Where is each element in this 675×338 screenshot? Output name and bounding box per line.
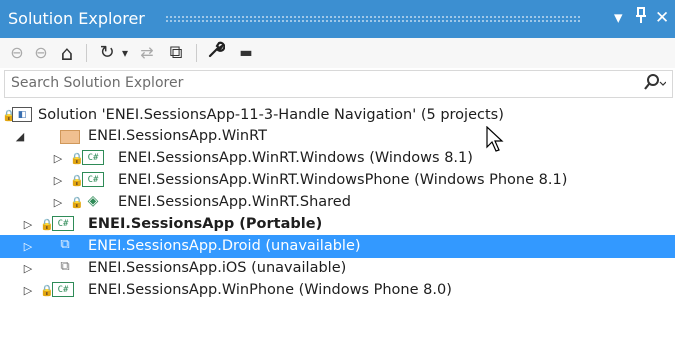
- pending-changes-icon[interactable]: ▬: [232, 41, 260, 65]
- tree-row-winphone[interactable]: ▷ 🔒 C# ENEI.SessionsApp.WinPhone (Window…: [0, 279, 675, 302]
- forward-icon[interactable]: ⊖: [30, 41, 52, 65]
- dropdown-icon[interactable]: ▾: [118, 41, 132, 65]
- csharp-project-icon: C#: [52, 216, 74, 231]
- pin-icon[interactable]: [634, 6, 648, 31]
- folder-icon: [60, 130, 80, 144]
- unavailable-project-icon: ⧉: [60, 237, 70, 252]
- csharp-project-icon: C#: [82, 150, 104, 165]
- lock-icon: 🔒: [70, 196, 84, 209]
- title-bar-grip[interactable]: [165, 15, 580, 24]
- expand-arrow-icon[interactable]: ◢: [14, 128, 26, 145]
- csharp-project-icon: C#: [52, 282, 74, 297]
- tree-item-label: ENEI.SessionsApp (Portable): [88, 216, 323, 232]
- tree-row-winrt-windowsphone[interactable]: ▷ 🔒 C# ENEI.SessionsApp.WinRT.WindowsPho…: [0, 169, 675, 192]
- back-icon[interactable]: ⊖: [6, 41, 28, 65]
- search-icon[interactable]: [644, 73, 667, 97]
- solution-icon: ◧: [12, 107, 32, 122]
- window-title: Solution Explorer: [8, 9, 145, 28]
- sync-history-icon[interactable]: ↻: [95, 41, 119, 65]
- solution-label: Solution 'ENEI.SessionsApp-11-3-Handle N…: [38, 107, 504, 123]
- tree-item-label: ENEI.SessionsApp.WinRT: [88, 128, 267, 144]
- shared-project-icon: ◈: [87, 193, 99, 209]
- search-input[interactable]: Search Solution Explorer: [11, 75, 183, 91]
- collapse-arrow-icon[interactable]: ▷: [52, 194, 64, 211]
- tree-item-label: ENEI.SessionsApp.WinPhone (Windows Phone…: [88, 282, 452, 298]
- tree-row-solution[interactable]: 🔒 ◧ Solution 'ENEI.SessionsApp-11-3-Hand…: [0, 104, 675, 127]
- csharp-project-icon: C#: [82, 172, 104, 187]
- tree-row-winrt-shared[interactable]: ▷ 🔒 ◈ ENEI.SessionsApp.WinRT.Shared: [0, 191, 675, 214]
- collapse-arrow-icon[interactable]: ▷: [22, 238, 34, 255]
- close-icon[interactable]: ✕: [655, 6, 669, 30]
- unavailable-project-icon: ⧉: [60, 259, 70, 274]
- toolbar: ⊖ ⊖ ⌂ ↻ ▾ ⇄ ⧉ ▬: [0, 38, 675, 68]
- tree-row-portable[interactable]: ▷ 🔒 C# ENEI.SessionsApp (Portable): [0, 213, 675, 236]
- sync-icon[interactable]: ⇄: [136, 41, 158, 65]
- collapse-arrow-icon[interactable]: ▷: [52, 150, 64, 167]
- collapse-arrow-icon[interactable]: ▷: [22, 282, 34, 299]
- title-bar: Solution Explorer ▾ ✕: [0, 0, 675, 38]
- toolbar-separator: [86, 44, 87, 62]
- tree-item-label: ENEI.SessionsApp.WinRT.Shared: [118, 194, 351, 210]
- collapse-all-icon[interactable]: ⧉: [164, 41, 188, 65]
- tree-row-winrt-folder[interactable]: ◢ ENEI.SessionsApp.WinRT: [0, 125, 675, 148]
- mouse-cursor-icon: [486, 126, 504, 152]
- tree-item-label: ENEI.SessionsApp.WinRT.Windows (Windows …: [118, 150, 473, 166]
- tree-item-label: ENEI.SessionsApp.Droid (unavailable): [88, 238, 361, 254]
- collapse-arrow-icon[interactable]: ▷: [22, 260, 34, 277]
- home-icon[interactable]: ⌂: [55, 41, 79, 65]
- tree-item-label: ENEI.SessionsApp.iOS (unavailable): [88, 260, 347, 276]
- collapse-arrow-icon[interactable]: ▷: [22, 216, 34, 233]
- toolbar-separator: [196, 44, 197, 62]
- search-box[interactable]: Search Solution Explorer: [4, 70, 673, 98]
- tree-row-winrt-windows[interactable]: ▷ 🔒 C# ENEI.SessionsApp.WinRT.Windows (W…: [0, 147, 675, 170]
- window-dropdown-icon[interactable]: ▾: [614, 6, 623, 30]
- tree-item-label: ENEI.SessionsApp.WinRT.WindowsPhone (Win…: [118, 172, 568, 188]
- collapse-arrow-icon[interactable]: ▷: [52, 172, 64, 189]
- properties-wrench-icon[interactable]: [204, 41, 228, 65]
- tree-row-droid[interactable]: ▷ ⧉ ENEI.SessionsApp.Droid (unavailable): [0, 235, 675, 258]
- tree-row-ios[interactable]: ▷ ⧉ ENEI.SessionsApp.iOS (unavailable): [0, 257, 675, 280]
